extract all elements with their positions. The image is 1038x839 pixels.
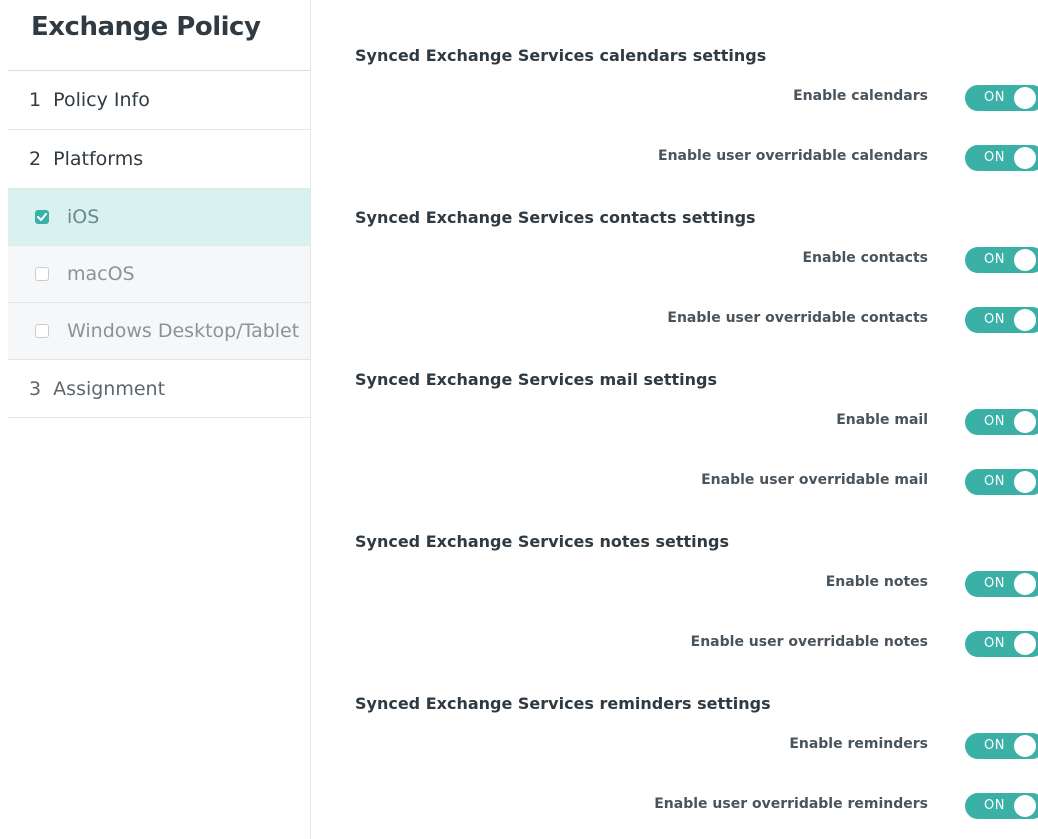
- toggle-state: ON: [984, 474, 1005, 489]
- step-label: 1 Policy Info: [29, 89, 150, 111]
- sidebar: Exchange Policy 1 Policy Info 2 Platform…: [0, 0, 311, 839]
- exchange-policy-page: Exchange Policy 1 Policy Info 2 Platform…: [0, 0, 1038, 839]
- setting-label-user-overridable-mail: Enable user overridable mail: [701, 472, 928, 488]
- toggle-state: ON: [984, 636, 1005, 651]
- toggle-enable-reminders[interactable]: ON: [965, 733, 1038, 759]
- toggle-state: ON: [984, 414, 1005, 429]
- section-title-contacts: Synced Exchange Services contacts settin…: [355, 208, 756, 227]
- toggle-state: ON: [984, 150, 1005, 165]
- step-policy-info[interactable]: 1 Policy Info: [8, 71, 310, 130]
- step-label: 3 Assignment: [29, 377, 166, 400]
- toggle-enable-mail[interactable]: ON: [965, 409, 1038, 435]
- toggle-enable-contacts[interactable]: ON: [965, 247, 1038, 273]
- toggle-knob: [1014, 309, 1036, 331]
- section-title-notes: Synced Exchange Services notes settings: [355, 532, 729, 551]
- setting-label-user-overridable-reminders: Enable user overridable reminders: [654, 796, 928, 812]
- toggle-enable-calendars[interactable]: ON: [965, 85, 1038, 111]
- toggle-state: ON: [984, 798, 1005, 813]
- platform-label: Windows Desktop/Tablet: [67, 320, 300, 342]
- setting-label-enable-contacts: Enable contacts: [802, 250, 928, 266]
- section-title-reminders: Synced Exchange Services reminders setti…: [355, 694, 771, 713]
- section-title-calendars: Synced Exchange Services calendars setti…: [355, 46, 767, 65]
- setting-label-user-overridable-notes: Enable user overridable notes: [690, 634, 928, 650]
- toggle-knob: [1014, 795, 1036, 817]
- setting-label-enable-calendars: Enable calendars: [793, 88, 928, 104]
- setting-label-enable-reminders: Enable reminders: [789, 736, 928, 752]
- toggle-state: ON: [984, 312, 1005, 327]
- checkbox-icon[interactable]: [35, 324, 49, 338]
- toggle-knob: [1014, 471, 1036, 493]
- toggle-user-overridable-mail[interactable]: ON: [965, 469, 1038, 495]
- toggle-state: ON: [984, 252, 1005, 267]
- toggle-state: ON: [984, 738, 1005, 753]
- setting-label-enable-mail: Enable mail: [836, 412, 928, 428]
- step-platforms[interactable]: 2 Platforms: [8, 130, 310, 189]
- toggle-user-overridable-notes[interactable]: ON: [965, 631, 1038, 657]
- toggle-knob: [1014, 573, 1036, 595]
- toggle-enable-notes[interactable]: ON: [965, 571, 1038, 597]
- toggle-knob: [1014, 147, 1036, 169]
- settings-panel: Synced Exchange Services calendars setti…: [311, 0, 1038, 839]
- section-title-mail: Synced Exchange Services mail settings: [355, 370, 718, 389]
- toggle-knob: [1014, 249, 1036, 271]
- toggle-user-overridable-reminders[interactable]: ON: [965, 793, 1038, 819]
- platform-label: iOS: [67, 206, 100, 228]
- toggle-state: ON: [984, 576, 1005, 591]
- wizard-nav: 1 Policy Info 2 Platforms iOS macOS Wind…: [8, 70, 310, 418]
- toggle-knob: [1014, 411, 1036, 433]
- setting-label-enable-notes: Enable notes: [825, 574, 928, 590]
- platform-ios[interactable]: iOS: [8, 189, 310, 246]
- toggle-knob: [1014, 87, 1036, 109]
- platform-label: macOS: [67, 263, 135, 285]
- setting-label-user-overridable-contacts: Enable user overridable contacts: [667, 310, 928, 326]
- toggle-user-overridable-contacts[interactable]: ON: [965, 307, 1038, 333]
- checkbox-icon[interactable]: [35, 267, 49, 281]
- platform-macos[interactable]: macOS: [8, 246, 310, 303]
- toggle-knob: [1014, 633, 1036, 655]
- checkbox-checked-icon[interactable]: [35, 210, 49, 224]
- page-title: Exchange Policy: [31, 12, 261, 42]
- step-assignment[interactable]: 3 Assignment: [8, 360, 310, 418]
- toggle-state: ON: [984, 90, 1005, 105]
- step-label: 2 Platforms: [29, 148, 144, 170]
- setting-label-user-overridable-calendars: Enable user overridable calendars: [658, 148, 928, 164]
- toggle-user-overridable-calendars[interactable]: ON: [965, 145, 1038, 171]
- toggle-knob: [1014, 735, 1036, 757]
- platform-windows[interactable]: Windows Desktop/Tablet: [8, 303, 310, 360]
